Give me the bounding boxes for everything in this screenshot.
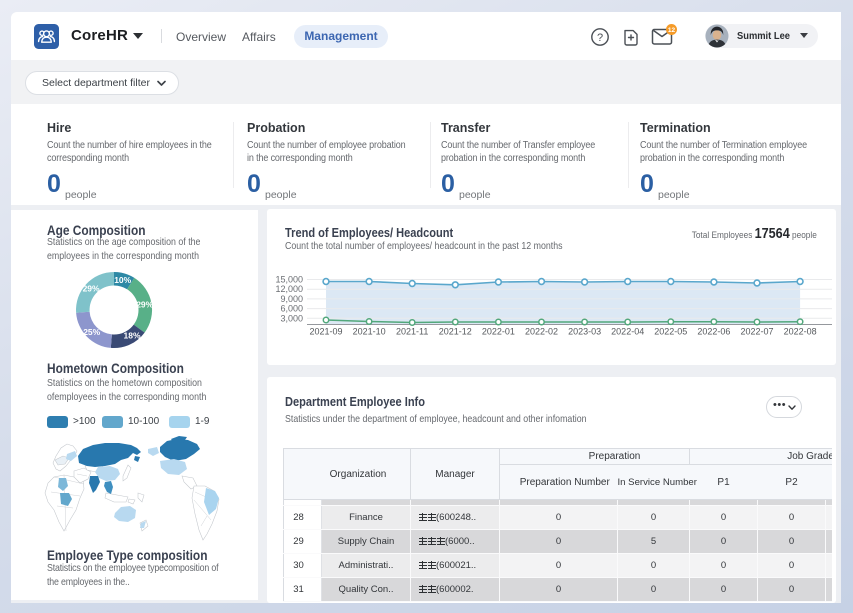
svg-text:9,000: 9,000 <box>280 294 303 304</box>
svg-text:3,000: 3,000 <box>280 313 303 323</box>
svg-text:15,000: 15,000 <box>275 275 303 285</box>
svg-text:12,000: 12,000 <box>275 284 303 294</box>
svg-text:2022-02: 2022-02 <box>525 327 558 337</box>
svg-text:2022-07: 2022-07 <box>740 327 773 337</box>
svg-text:2021-11: 2021-11 <box>396 327 428 337</box>
svg-text:2022-04: 2022-04 <box>611 327 644 337</box>
svg-text:2022-08: 2022-08 <box>784 327 817 337</box>
svg-text:6,000: 6,000 <box>280 304 303 314</box>
svg-text:29%: 29% <box>83 284 100 294</box>
svg-text:29%: 29% <box>136 299 153 309</box>
svg-text:2022-01: 2022-01 <box>482 327 515 337</box>
svg-text:?: ? <box>597 32 603 44</box>
svg-text:2021-12: 2021-12 <box>439 327 472 337</box>
svg-text:10%: 10% <box>114 275 131 285</box>
svg-text:2021-10: 2021-10 <box>353 327 386 337</box>
svg-text:2022-05: 2022-05 <box>654 327 687 337</box>
svg-text:2023-03: 2023-03 <box>568 327 601 337</box>
svg-text:12: 12 <box>668 27 676 34</box>
svg-text:2021-09: 2021-09 <box>309 327 342 337</box>
svg-text:25%: 25% <box>83 327 100 337</box>
svg-text:18%: 18% <box>123 331 140 341</box>
svg-text:2022-06: 2022-06 <box>697 327 730 337</box>
